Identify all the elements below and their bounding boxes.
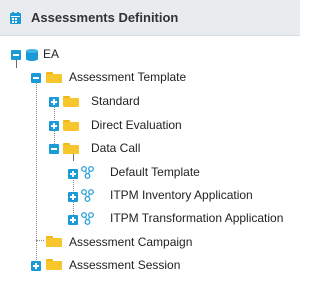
tree-node-label: ITPM Inventory Application: [110, 188, 253, 202]
tree-node-label: Assessment Campaign: [69, 235, 193, 249]
tree-node-label: Direct Evaluation: [91, 118, 182, 132]
tree-node-default-template[interactable]: Default Template: [0, 163, 300, 183]
tree-node-label: Data Call: [91, 141, 141, 155]
tree-node-assessment-template[interactable]: Assessment Template: [0, 68, 300, 88]
collapse-toggle[interactable]: [31, 73, 41, 83]
tree-node-label: Standard: [91, 94, 140, 108]
folder-icon: [63, 96, 79, 107]
database-icon: [26, 49, 38, 61]
folder-icon: [63, 143, 79, 154]
panel-title: Assessments Definition: [31, 10, 179, 25]
tree-node-assessment-campaign[interactable]: Assessment Campaign: [0, 233, 300, 253]
tree-node-direct-evaluation[interactable]: Direct Evaluation: [0, 116, 300, 136]
tree-node-assessment-session[interactable]: Assessment Session: [0, 256, 300, 276]
folder-icon: [46, 236, 62, 247]
tree-node-itpm-inventory-application[interactable]: ITPM Inventory Application: [0, 186, 300, 206]
tree-node-label: EA: [43, 47, 60, 61]
tree-node-label: Default Template: [110, 165, 200, 179]
tree-node-label: Assessment Session: [69, 258, 181, 272]
template-icon: [81, 166, 94, 179]
collapse-toggle[interactable]: [49, 144, 59, 154]
folder-icon: [46, 72, 62, 83]
folder-icon: [63, 120, 79, 131]
calendar-icon: [10, 12, 21, 24]
tree-node-itpm-transformation-application[interactable]: ITPM Transformation Application: [0, 209, 300, 229]
template-icon: [81, 212, 94, 225]
template-icon: [81, 189, 94, 202]
panel-header: Assessments Definition: [0, 0, 300, 36]
tree-node-data-call[interactable]: Data Call: [0, 139, 300, 159]
tree-node-label: Assessment Template: [69, 70, 187, 84]
expand-toggle[interactable]: [49, 121, 59, 131]
assessments-definition-panel: Assessments Definition EA Assessment Tem…: [0, 0, 300, 287]
expand-toggle[interactable]: [68, 215, 78, 225]
expand-toggle[interactable]: [68, 169, 78, 179]
tree-node-standard[interactable]: Standard: [0, 92, 300, 112]
expand-toggle[interactable]: [31, 261, 41, 271]
folder-icon: [46, 259, 62, 270]
tree-node-ea[interactable]: EA: [0, 45, 300, 65]
tree-node-label: ITPM Transformation Application: [110, 211, 284, 225]
expand-toggle[interactable]: [68, 192, 78, 202]
collapse-toggle[interactable]: [11, 50, 21, 60]
expand-toggle[interactable]: [49, 97, 59, 107]
